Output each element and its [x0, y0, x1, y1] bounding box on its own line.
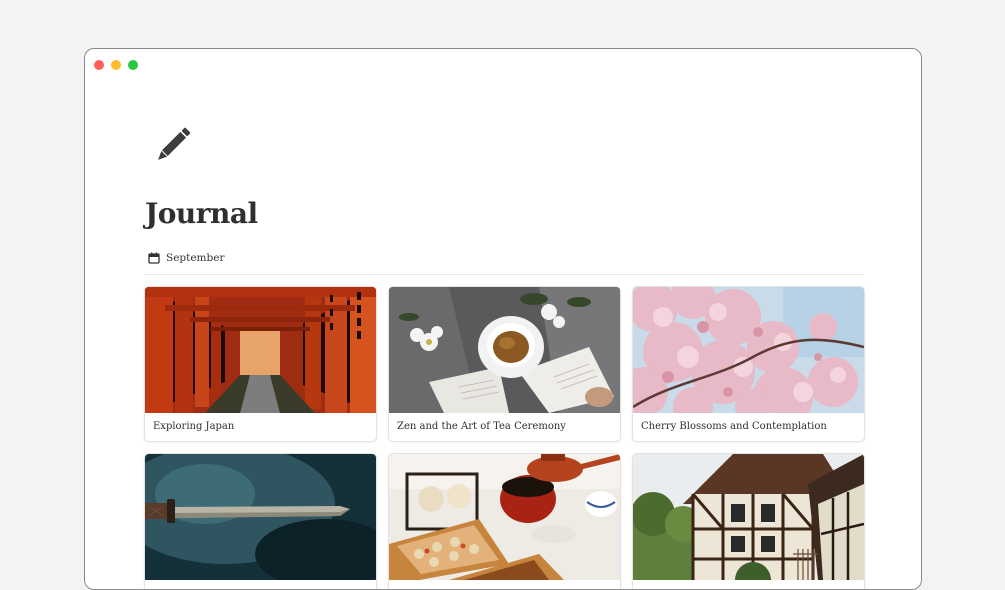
gallery-card[interactable]	[632, 453, 865, 589]
view-tab-label: September	[166, 252, 225, 264]
minimize-window-button[interactable]	[111, 60, 121, 70]
app-window: Journal September Exploring Japan Zen an…	[84, 48, 922, 590]
gallery-card[interactable]	[388, 453, 621, 589]
gallery-card[interactable]: Zen and the Art of Tea Ceremony	[388, 286, 621, 442]
card-title	[389, 580, 620, 589]
pencil-icon[interactable]	[149, 121, 197, 169]
tea-cup-photo	[389, 287, 620, 413]
card-title: Exploring Japan	[153, 421, 235, 432]
katana-photo	[145, 454, 376, 580]
gallery-card[interactable]	[144, 453, 377, 589]
card-title: Zen and the Art of Tea Ceremony	[397, 421, 566, 432]
calendar-icon	[148, 252, 160, 264]
timber-house-photo	[633, 454, 864, 580]
view-tab-september[interactable]: September	[148, 252, 224, 264]
gallery-card[interactable]: Cherry Blossoms and Contemplation	[632, 286, 865, 442]
close-window-button[interactable]	[94, 60, 104, 70]
card-title: Cherry Blossoms and Contemplation	[641, 421, 827, 432]
divider	[144, 274, 864, 275]
gallery-card[interactable]: Exploring Japan	[144, 286, 377, 442]
zoom-window-button[interactable]	[128, 60, 138, 70]
card-title	[633, 580, 864, 589]
cherry-blossom-photo	[633, 287, 864, 413]
card-title	[145, 580, 376, 589]
page-title: Journal	[145, 197, 258, 230]
torii-gates-photo	[145, 287, 376, 413]
bento-teapot-photo	[389, 454, 620, 580]
window-controls	[94, 60, 138, 70]
